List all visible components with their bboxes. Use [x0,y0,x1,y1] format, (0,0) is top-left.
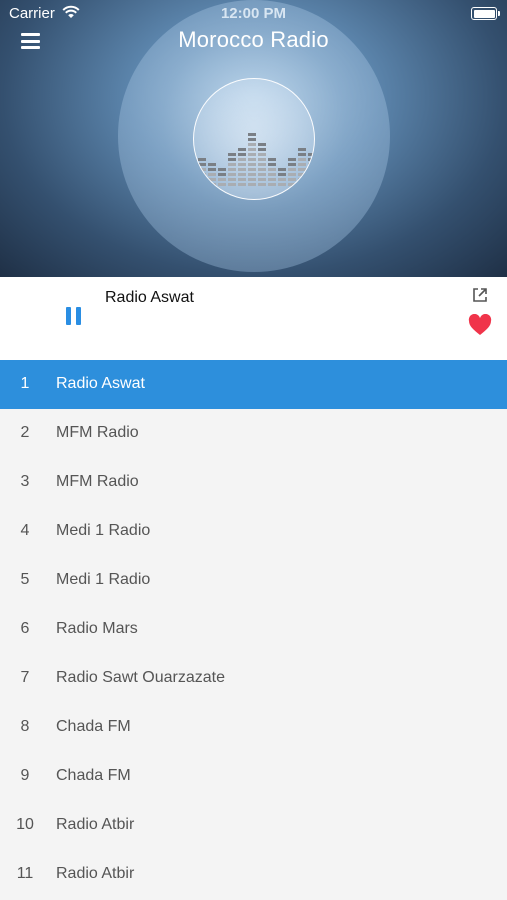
item-number: 6 [20,620,30,637]
list-item[interactable]: 3 MFM Radio [0,458,507,507]
item-number: 3 [20,473,30,490]
header: Carrier 12:00 PM Morocco Radio [0,0,507,277]
item-number: 1 [20,375,30,392]
item-name: Chada FM [56,767,131,784]
list-item[interactable]: 8 Chada FM [0,703,507,752]
list-item[interactable]: 7 Radio Sawt Ouarzazate [0,654,507,703]
list-item[interactable]: 6 Radio Mars [0,605,507,654]
pause-icon[interactable] [66,307,82,325]
item-name: Radio Sawt Ouarzazate [56,669,225,686]
item-name: Radio Aswat [56,375,145,392]
now-playing-bar: Radio Aswat [0,277,507,360]
item-name: Medi 1 Radio [56,522,151,539]
item-name: MFM Radio [56,424,139,441]
item-number: 7 [20,669,30,686]
heart-icon[interactable] [468,314,492,336]
item-number: 9 [20,767,30,784]
app-title: Morocco Radio [178,27,329,52]
list-item[interactable]: 9 Chada FM [0,752,507,801]
item-name: Medi 1 Radio [56,571,151,588]
battery-icon [471,7,500,20]
list-item[interactable]: 10 Radio Atbir [0,801,507,850]
station-list: 1 Radio Aswat 2 MFM Radio 3 MFM Radio 4 … [0,360,507,899]
list-item[interactable]: 4 Medi 1 Radio [0,507,507,556]
share-external-icon[interactable] [472,287,488,303]
item-name: MFM Radio [56,473,139,490]
item-name: Radio Atbir [56,816,135,833]
list-item[interactable]: 2 MFM Radio [0,409,507,458]
equalizer-icon [193,78,315,200]
item-number: 8 [20,718,30,735]
list-item[interactable]: 5 Medi 1 Radio [0,556,507,605]
item-number: 5 [20,571,30,588]
item-number: 2 [20,424,30,441]
item-number: 10 [16,816,34,833]
item-number: 11 [16,865,34,882]
item-number: 4 [20,522,30,539]
item-name: Chada FM [56,718,131,735]
item-name: Radio Mars [56,620,138,637]
list-item[interactable]: 1 Radio Aswat [0,360,507,409]
list-item[interactable]: 11 Radio Atbir [0,850,507,899]
item-name: Radio Atbir [56,865,135,882]
now-playing-title: Radio Aswat [105,289,194,306]
